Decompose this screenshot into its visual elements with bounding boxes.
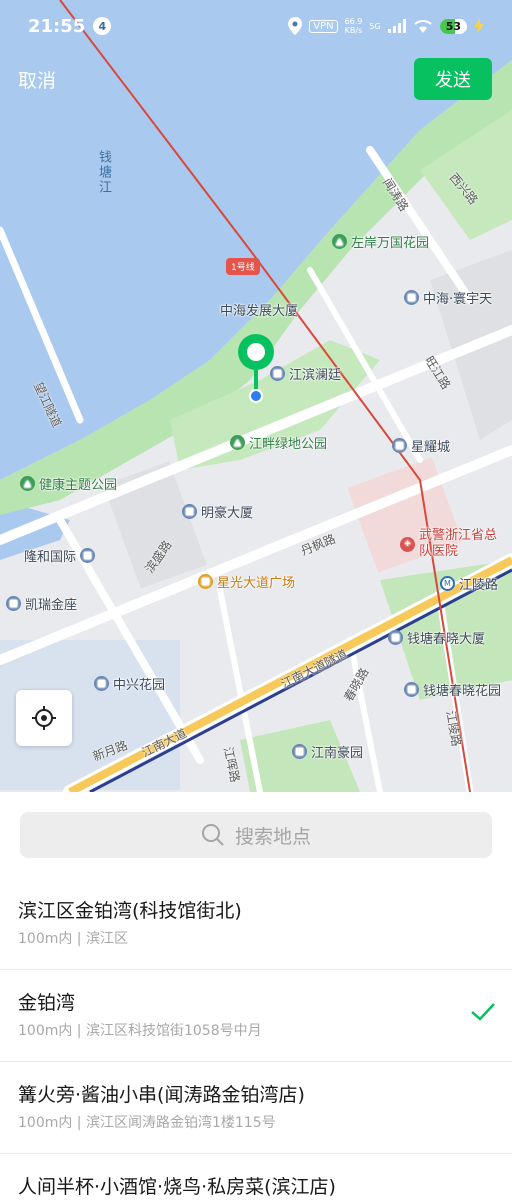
send-button[interactable]: 发送 — [414, 58, 492, 100]
metro-line-badge: 1号线 — [226, 258, 260, 275]
building-icon: ■ — [6, 596, 21, 611]
poi-chunxiao-dasha[interactable]: ■ 钱塘春晓大厦 — [388, 628, 485, 647]
network-type: 5G — [369, 21, 381, 31]
park-icon: ▲ — [20, 476, 35, 491]
battery-indicator: 53 — [439, 18, 467, 34]
notification-count: 4 — [93, 17, 112, 35]
place-name: 篝火旁·酱油小串(闻涛路金铂湾店) — [18, 1084, 305, 1106]
metro-station-icon: M — [440, 576, 455, 591]
water-label: 钱塘江 — [96, 150, 111, 195]
poi-jiangling-station[interactable]: M 江陵路 — [440, 574, 498, 593]
poi-jiangpan-park[interactable]: ▲ 江畔绿地公园 — [230, 433, 327, 452]
poi-zhonghai-fazhan[interactable]: 中海发展大厦 — [220, 300, 298, 319]
search-icon — [201, 824, 224, 846]
place-item[interactable]: 滨江区金铂湾(科技馆街北) 100m内 | 滨江区 — [0, 878, 512, 970]
poi-kairui[interactable]: ■ 凯瑞金座 — [6, 594, 77, 613]
building-icon: ■ — [94, 676, 109, 691]
cancel-button[interactable]: 取消 — [18, 66, 56, 93]
wifi-icon — [414, 20, 432, 33]
building-icon: ■ — [80, 548, 96, 563]
place-address: 100m内 | 滨江区闻涛路金铂湾1楼115号 — [18, 1115, 276, 1131]
poi-chunxiao-garden[interactable]: ■ 钱塘春晓花园 — [404, 680, 501, 699]
place-item[interactable]: 篝火旁·酱油小串(闻涛路金铂湾店) 100m内 | 滨江区闻涛路金铂湾1楼115… — [0, 1062, 512, 1154]
status-bar: 21:55 4 VPN 66.9 KB/s 5G 53 — [0, 0, 512, 52]
poi-zuoan[interactable]: ▲ 左岸万国花园 — [332, 232, 429, 251]
building-icon: ■ — [392, 438, 407, 453]
search-placeholder: 搜索地点 — [234, 825, 311, 848]
location-icon — [288, 17, 303, 35]
poi-xingyao[interactable]: ■ 星耀城 — [392, 436, 450, 455]
signal-icon — [387, 19, 406, 33]
building-icon: ■ — [404, 682, 419, 697]
park-icon: ▲ — [332, 234, 347, 249]
poi-hospital[interactable]: + 武警浙江省总队医院 — [400, 528, 500, 560]
poi-jiangnan-haoyuan[interactable]: ■ 江南豪园 — [292, 742, 363, 761]
poi-minghao[interactable]: ■ 明豪大厦 — [182, 502, 253, 521]
vpn-badge: VPN — [309, 19, 338, 33]
locate-button[interactable] — [16, 690, 72, 746]
place-item[interactable]: 人间半杯·小酒馆·烧鸟·私房菜(滨江店) — [0, 1154, 512, 1200]
map-view[interactable]: 钱塘江 1号线 ▲ 左岸万国花园 西兴路 中海发展大厦 ■ 中海·寰宇天 ■ 江滨澜廷… — [0, 0, 512, 792]
poi-xingguang[interactable]: ■ 星光大道广场 — [198, 572, 295, 591]
place-sheet: 搜索地点 滨江区金铂湾(科技馆街北) 100m内 | 滨江区 金铂湾 100m内… — [0, 792, 512, 1200]
building-icon: ■ — [388, 630, 403, 645]
place-address: 100m内 | 滨江区 — [18, 931, 128, 947]
place-name: 滨江区金铂湾(科技馆街北) — [18, 900, 242, 922]
place-name: 金铂湾 — [18, 992, 76, 1014]
search-input[interactable]: 搜索地点 — [20, 812, 492, 858]
locate-crosshair-icon — [32, 706, 56, 730]
app-root: 钱塘江 1号线 ▲ 左岸万国花园 西兴路 中海发展大厦 ■ 中海·寰宇天 ■ 江滨澜廷… — [0, 0, 512, 1200]
poi-zhongxing[interactable]: ■ 中兴花园 — [94, 674, 165, 693]
hospital-icon: + — [400, 536, 415, 552]
shopping-icon: ■ — [198, 574, 213, 589]
poi-jiankang-park[interactable]: ▲ 健康主题公园 — [20, 474, 117, 493]
building-icon: ■ — [182, 504, 197, 519]
place-address: 100m内 | 滨江区科技馆街1058号中月 — [18, 1023, 262, 1039]
status-time: 21:55 — [28, 15, 86, 37]
place-name: 人间半杯·小酒馆·烧鸟·私房菜(滨江店) — [18, 1176, 336, 1198]
building-icon: ■ — [292, 744, 307, 759]
poi-zhonghai-huanyu[interactable]: ■ 中海·寰宇天 — [404, 288, 492, 307]
place-item-selected[interactable]: 金铂湾 100m内 | 滨江区科技馆街1058号中月 — [0, 970, 512, 1062]
building-icon: ■ — [404, 290, 419, 305]
poi-jiangbin-lanting[interactable]: ■ 江滨澜廷 — [270, 364, 341, 383]
poi-longhe[interactable]: 隆和国际 ■ — [24, 546, 96, 565]
network-speed: 66.9 KB/s — [344, 17, 363, 35]
status-icons: VPN 66.9 KB/s 5G 53 — [288, 17, 484, 35]
park-icon: ▲ — [230, 435, 245, 450]
location-pin-icon[interactable] — [236, 332, 276, 408]
check-icon — [471, 1003, 495, 1021]
charging-icon — [474, 18, 484, 34]
